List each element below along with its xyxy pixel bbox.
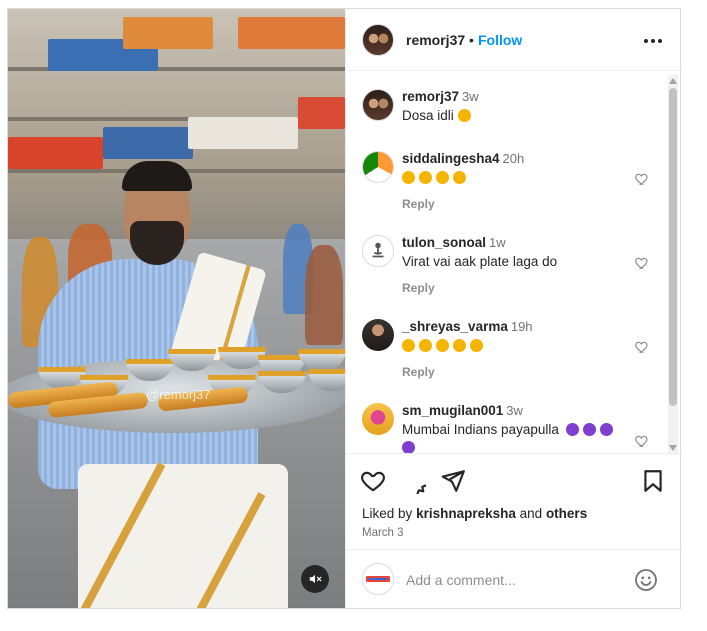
smiley-icon[interactable] [634, 568, 658, 592]
share-icon[interactable] [440, 468, 466, 494]
comment-time: 3w [462, 89, 479, 104]
smiling-devil-emoji-icon [565, 423, 579, 436]
author-avatar[interactable] [362, 24, 394, 56]
heart-icon[interactable] [634, 339, 650, 355]
reply-button[interactable]: Reply [402, 281, 435, 295]
comment-text: Mumbai Indians payapulla [402, 421, 624, 453]
dhoti [78, 462, 288, 608]
follow-button[interactable]: Follow [478, 32, 522, 48]
profile-logo-icon [366, 576, 390, 582]
heart-icon[interactable] [634, 255, 650, 271]
avatar[interactable] [362, 235, 394, 267]
smiling-devil-emoji-icon [402, 441, 415, 453]
comment-time: 20h [502, 151, 525, 166]
smiling-devil-emoji-icon [599, 423, 613, 436]
comment-text [402, 169, 624, 187]
comment-username[interactable]: sm_mugilan001 [402, 403, 503, 418]
more-options-button[interactable] [641, 29, 665, 53]
comment-time: 3w [506, 403, 523, 418]
mute-button[interactable] [301, 565, 329, 593]
bookmark-icon[interactable] [640, 468, 666, 494]
comments-scrollbar[interactable] [668, 75, 678, 455]
post-dialog: @remorj37 remorj37 • Follow remorj37 3w … [7, 8, 682, 609]
comment-username[interactable]: siddalingesha4 [402, 151, 500, 166]
post-actions: Liked by krishnapreksha and others March… [346, 453, 682, 549]
post-date[interactable]: March 3 [362, 527, 404, 539]
reply-button[interactable]: Reply [402, 197, 435, 211]
comment-username[interactable]: remorj37 [402, 89, 459, 104]
comment-username[interactable]: tulon_sonoal [402, 235, 486, 250]
ok-hand-emoji-icon [436, 171, 449, 184]
list-item: _shreyas_varma 19h Reply [346, 315, 666, 395]
avatar[interactable] [362, 319, 394, 351]
comment-text [402, 337, 624, 355]
list-item: siddalingesha4 20h Reply [346, 147, 666, 227]
post-header: remorj37 • Follow [346, 9, 682, 71]
media-watermark: @remorj37 [146, 387, 211, 402]
comment-text: Virat vai aak plate laga do [402, 254, 558, 269]
more-horizontal-icon [644, 39, 662, 43]
current-user-avatar [362, 563, 394, 595]
avatar[interactable] [362, 89, 394, 121]
heart-icon[interactable] [634, 433, 650, 449]
heart-icon[interactable] [634, 171, 650, 187]
comment-username[interactable]: _shreyas_varma [402, 319, 508, 334]
author-username[interactable]: remorj37 [406, 32, 465, 48]
list-item: sm_mugilan001 3w Mumbai Indians payapulla [346, 399, 666, 453]
ok-hand-emoji-icon [419, 171, 432, 184]
liked-by-user[interactable]: krishnapreksha [416, 506, 516, 521]
likes-summary: Liked by krishnapreksha and others [362, 506, 588, 521]
post-media[interactable]: @remorj37 [8, 9, 345, 608]
heart-icon[interactable] [360, 468, 386, 494]
clapping-hands-emoji-icon [470, 339, 483, 352]
ok-hand-emoji-icon [402, 171, 415, 184]
ok-hand-emoji-icon [453, 171, 466, 184]
list-item: tulon_sonoal 1w Virat vai aak plate laga … [346, 231, 666, 311]
smiling-devil-emoji-icon [582, 423, 596, 436]
avatar[interactable] [362, 403, 394, 435]
meditating-figure-icon [372, 242, 384, 258]
comment-time: 19h [510, 319, 533, 334]
add-comment-bar [346, 549, 682, 608]
scroll-down-arrow-icon[interactable] [669, 445, 677, 451]
caption-comment: remorj37 3w Dosa idli [346, 85, 666, 133]
zany-face-emoji-icon [457, 109, 471, 122]
laughing-face-emoji-icon [419, 339, 432, 352]
comments-list[interactable]: remorj37 3w Dosa idli siddalingesha4 20h R… [346, 71, 682, 453]
laughing-face-emoji-icon [402, 339, 415, 352]
laughing-face-emoji-icon [436, 339, 449, 352]
comment-text: Dosa idli [402, 107, 624, 125]
reply-button[interactable]: Reply [402, 365, 435, 379]
clapping-hands-emoji-icon [453, 339, 466, 352]
scrollbar-thumb[interactable] [669, 88, 677, 406]
add-comment-input[interactable] [406, 569, 616, 591]
header-separator: • [469, 32, 474, 48]
liked-by-others[interactable]: others [546, 506, 587, 521]
speaker-muted-icon [309, 574, 322, 584]
comment-icon[interactable] [400, 468, 426, 494]
post-side-panel: remorj37 • Follow remorj373w Dosa idli [345, 9, 682, 608]
comment-time: 1w [489, 235, 506, 250]
avatar[interactable] [362, 151, 394, 183]
scroll-up-arrow-icon[interactable] [669, 78, 677, 84]
